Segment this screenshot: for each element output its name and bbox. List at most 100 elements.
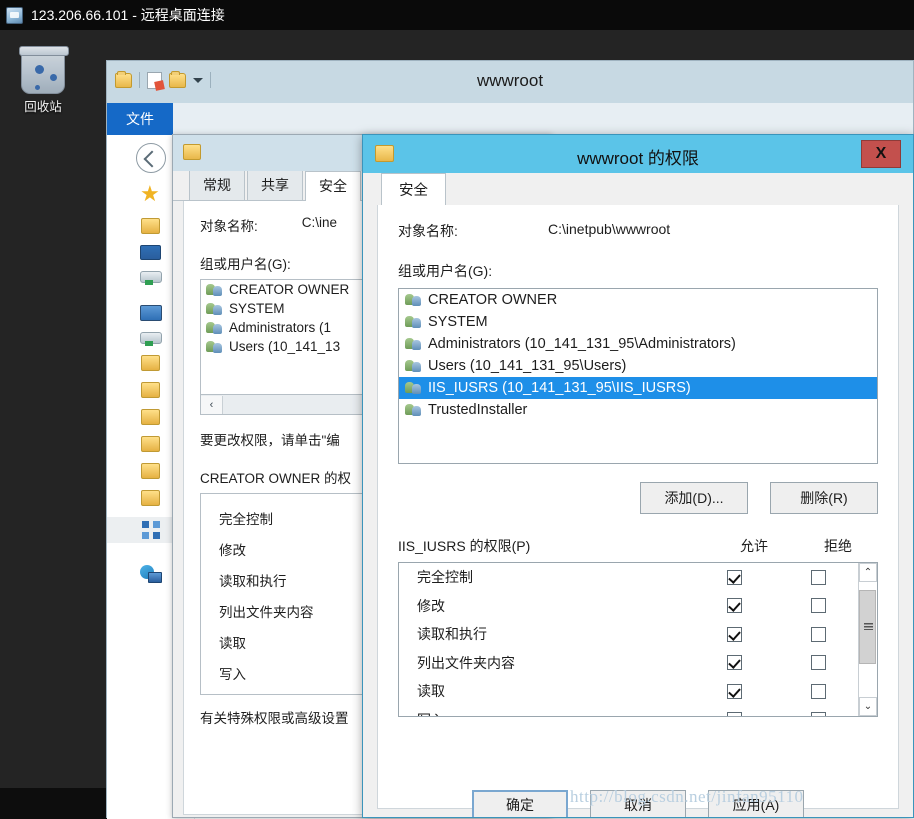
object-name-value: C:\ine — [301, 215, 338, 230]
allow-checkbox-cell — [690, 626, 778, 642]
allow-checkbox-cell — [690, 598, 778, 614]
allow-checkbox[interactable] — [726, 626, 742, 642]
local-disk-icon[interactable] — [139, 332, 162, 346]
list-item[interactable]: TrustedInstaller — [399, 399, 877, 421]
table-row[interactable]: 列出文件夹内容 — [399, 649, 858, 678]
recycle-bin-icon — [19, 46, 69, 94]
list-item[interactable]: SYSTEM — [399, 311, 877, 333]
folder-icon[interactable] — [141, 409, 160, 425]
deny-checkbox[interactable] — [810, 569, 826, 585]
allow-checkbox-cell — [690, 683, 778, 699]
table-row[interactable]: 读取 — [399, 677, 858, 706]
permission-name: 读取和执行 — [417, 626, 487, 643]
list-item-label: CREATOR OWNER — [428, 292, 558, 308]
apply-button[interactable]: 应用(A) — [708, 790, 804, 817]
table-row[interactable]: 写入 — [399, 706, 858, 716]
apps-icon — [141, 521, 160, 539]
permissions-table-header: IIS_IUSRS 的权限(P) 允许 拒绝 — [398, 536, 878, 556]
allow-checkbox[interactable] — [726, 655, 742, 671]
deny-checkbox-cell — [778, 712, 858, 716]
table-row[interactable]: 读取和执行 — [399, 620, 858, 649]
deny-checkbox-cell — [778, 626, 858, 642]
deny-checkbox[interactable] — [810, 655, 826, 671]
deny-checkbox-cell — [778, 683, 858, 699]
folder-icon[interactable] — [141, 490, 160, 506]
deny-checkbox-cell — [778, 598, 858, 614]
permissions-table-body: 完全控制 修改 读取和执行 列出文件夹内容 读取 — [399, 563, 858, 716]
list-item-label: SYSTEM — [428, 314, 488, 330]
user-group-icon — [405, 381, 421, 395]
downloads-icon[interactable] — [139, 271, 162, 285]
user-group-icon — [206, 340, 222, 354]
object-name-value: C:\inetpub\wwwroot — [548, 221, 671, 237]
user-group-icon — [405, 315, 421, 329]
tab-security[interactable]: 安全 — [381, 173, 446, 206]
list-item[interactable]: CREATOR OWNER — [399, 289, 877, 311]
computer-icon[interactable] — [139, 305, 162, 321]
allow-checkbox[interactable] — [726, 598, 742, 614]
tab-security[interactable]: 安全 — [305, 171, 361, 201]
tab-sharing[interactable]: 共享 — [247, 170, 303, 200]
remove-button[interactable]: 删除(R) — [770, 482, 878, 514]
back-arrow-icon[interactable] — [135, 143, 166, 173]
network-icon[interactable] — [139, 565, 162, 583]
explorer-title: wwwroot — [476, 71, 544, 90]
folder-icon[interactable] — [141, 382, 160, 398]
group-users-list[interactable]: CREATOR OWNER SYSTEM Administrators (10_… — [398, 288, 878, 464]
folder-icon[interactable] — [141, 355, 160, 371]
allow-checkbox[interactable] — [726, 569, 742, 585]
allow-checkbox-cell — [690, 569, 778, 585]
tab-file[interactable]: 文件 — [107, 103, 173, 135]
list-item-label: Administrators (10_141_131_95\Administra… — [428, 336, 736, 352]
list-item-label: Administrators (1 — [229, 320, 332, 335]
cancel-button[interactable]: 取消 — [590, 790, 686, 817]
list-item-label: IIS_IUSRS (10_141_131_95\IIS_IUSRS) — [428, 380, 691, 396]
object-name-label: 对象名称: — [200, 219, 258, 234]
folder-icon[interactable] — [141, 463, 160, 479]
permissions-dialog-title: wwwroot 的权限 — [577, 149, 699, 168]
add-button[interactable]: 添加(D)... — [640, 482, 748, 514]
deny-checkbox[interactable] — [810, 712, 826, 716]
folder-icon[interactable] — [141, 218, 160, 234]
table-row[interactable]: 修改 — [399, 592, 858, 621]
vertical-scrollbar[interactable]: ⌃ ⌄ — [858, 563, 877, 716]
permissions-subject-label: IIS_IUSRS 的权限(P) — [398, 538, 531, 554]
deny-checkbox[interactable] — [810, 626, 826, 642]
scroll-up-icon[interactable]: ⌃ — [859, 563, 877, 582]
user-group-icon — [206, 321, 222, 335]
list-item-label: Users (10_141_13 — [229, 339, 341, 354]
scroll-down-icon[interactable]: ⌄ — [859, 697, 877, 716]
permissions-tab-strip: 安全 — [363, 173, 913, 206]
favorites-star-icon[interactable] — [140, 181, 161, 207]
permissions-table: 完全控制 修改 读取和执行 列出文件夹内容 读取 ⌃ ⌄ — [398, 562, 878, 717]
scrollbar-track[interactable] — [859, 582, 877, 697]
scroll-left-icon[interactable]: ‹ — [201, 395, 223, 414]
user-group-icon — [206, 283, 222, 297]
deny-checkbox[interactable] — [810, 598, 826, 614]
recycle-bin-label: 回收站 — [24, 100, 62, 114]
object-name-row: 对象名称: C:\inetpub\wwwroot — [398, 221, 878, 241]
list-item[interactable]: Administrators (10_141_131_95\Administra… — [399, 333, 877, 355]
deny-checkbox[interactable] — [810, 683, 826, 699]
permission-name: 修改 — [417, 597, 445, 614]
allow-checkbox[interactable] — [726, 712, 742, 716]
desktop-icon-recycle-bin[interactable]: 回收站 — [8, 46, 78, 115]
scrollbar-thumb[interactable] — [859, 590, 876, 664]
list-item-label: Users (10_141_131_95\Users) — [428, 358, 627, 374]
allow-checkbox[interactable] — [726, 683, 742, 699]
permissions-dialog: wwwroot 的权限 X 安全 对象名称: C:\inetpub\wwwroo… — [362, 134, 914, 818]
list-item-selected[interactable]: IIS_IUSRS (10_141_131_95\IIS_IUSRS) — [399, 377, 877, 399]
ok-button[interactable]: 确定 — [472, 790, 568, 817]
folder-icon[interactable] — [141, 436, 160, 452]
group-users-label: 组或用户名(G): — [398, 263, 493, 279]
allow-checkbox-cell — [690, 712, 778, 716]
list-item-label: SYSTEM — [229, 301, 285, 316]
folder-icon — [183, 144, 201, 160]
explorer-titlebar: wwwroot — [107, 61, 913, 103]
table-row[interactable]: 完全控制 — [399, 563, 858, 592]
desktop-icon[interactable] — [140, 245, 161, 260]
close-icon[interactable]: X — [861, 140, 901, 168]
list-item[interactable]: Users (10_141_131_95\Users) — [399, 355, 877, 377]
tab-general[interactable]: 常规 — [189, 170, 245, 200]
rdp-title-text: 123.206.66.101 - 远程桌面连接 — [31, 7, 225, 23]
